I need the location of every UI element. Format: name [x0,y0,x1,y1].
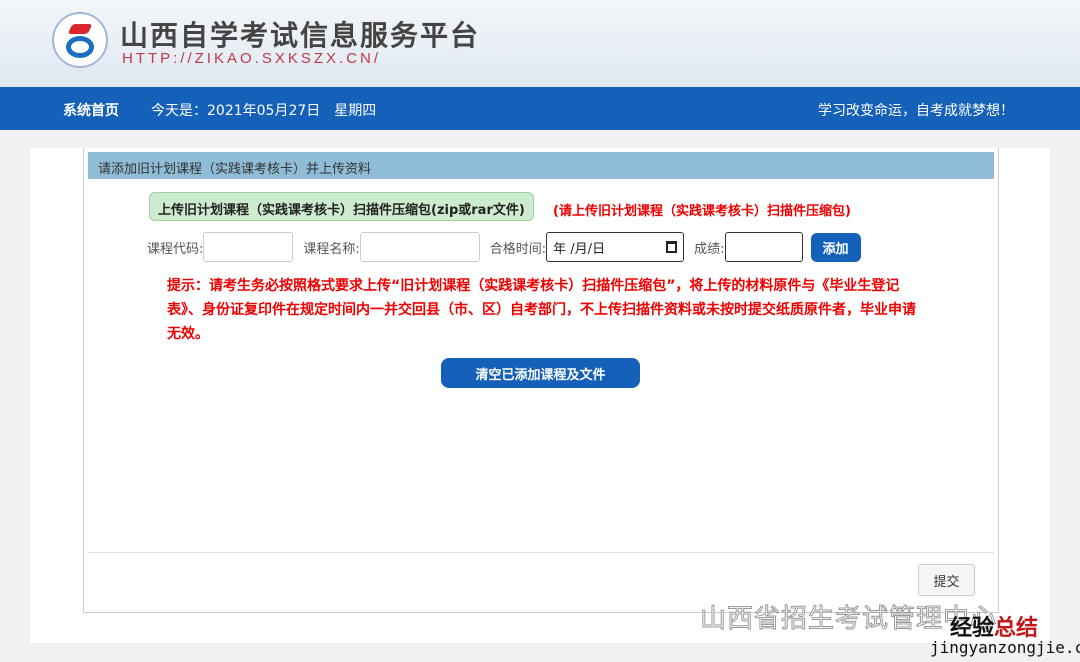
form-panel: 请添加旧计划课程（实践课考核卡）并上传资料 上传旧计划课程（实践课考核卡）扫描件… [83,148,999,613]
site-logo-icon [52,12,108,68]
divider [88,552,994,553]
pass-date-label: 合格时间: [489,241,547,257]
date-placeholder: 年 /月/日 [553,241,606,257]
course-code-input[interactable] [203,232,294,262]
content-page: 请添加旧计划课程（实践课考核卡）并上传资料 上传旧计划课程（实践课考核卡）扫描件… [30,148,1050,643]
score-label: 成绩: [694,241,725,257]
brand-site: jingyanzongjie.com [930,638,1080,657]
site-url: HTTP://ZIKAO.SXKSZX.CN/ [122,50,382,67]
score-input[interactable] [724,232,803,262]
site-header: 山西自学考试信息服务平台 HTTP://ZIKAO.SXKSZX.CN/ [0,0,1080,87]
course-form-row: 课程代码: 课程名称: 合格时间: 年 /月/日 成绩: 添加 [147,232,861,262]
today-date: 今天是：2021年05月27日 星期四 [151,103,377,119]
nav-bar: 系统首页 今天是：2021年05月27日 星期四 学习改变命运，自考成就梦想！ [0,87,1080,130]
upload-hint: (请上传旧计划课程（实践课考核卡）扫描件压缩包) [553,204,851,219]
slogan: 学习改变命运，自考成就梦想！ [818,103,1014,119]
panel-title: 请添加旧计划课程（实践课考核卡）并上传资料 [88,152,994,179]
course-name-label: 课程名称: [303,241,360,257]
pass-date-input[interactable]: 年 /月/日 [546,232,685,262]
submit-button[interactable]: 提交 [918,564,975,596]
calendar-icon[interactable] [666,241,678,253]
site-title: 山西自学考试信息服务平台 [120,19,481,52]
course-code-label: 课程代码: [147,241,204,257]
upload-button[interactable]: 上传旧计划课程（实践课考核卡）扫描件压缩包(zip或rar文件) [149,192,534,221]
notice-text: 提示：请考生务必按照格式要求上传“旧计划课程（实践课考核卡）扫描件压缩包”，将上… [167,278,916,342]
nav-home-link[interactable]: 系统首页 [63,100,119,120]
clear-button[interactable]: 清空已添加课程及文件 [441,358,640,388]
add-button[interactable]: 添加 [810,232,861,262]
course-name-input[interactable] [359,232,480,262]
